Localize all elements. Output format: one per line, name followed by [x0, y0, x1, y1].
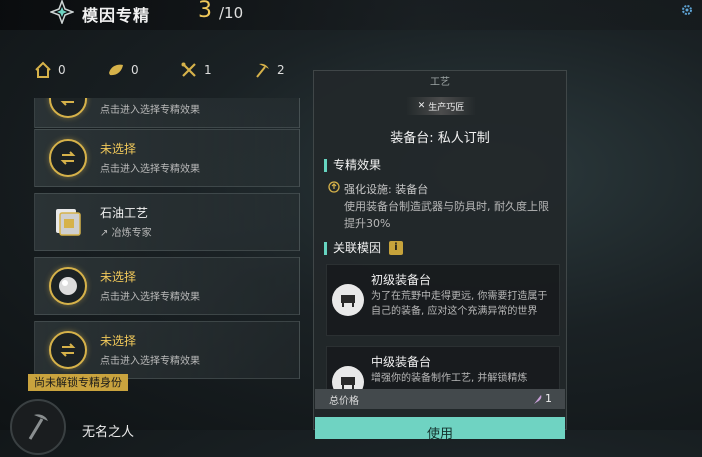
effect-description: 使用装备台制造武器与防具时, 耐久度上限提升30% [344, 200, 549, 230]
leaf-icon [109, 64, 123, 76]
price-label: 总价格 [329, 396, 359, 407]
mastery-slot-3-title: 石油工艺 [100, 206, 149, 220]
workbench-icon [332, 366, 364, 389]
mastery-slot-3[interactable]: 石油工艺 ↗ 冶炼专家 [34, 193, 300, 251]
crossed-tools-icon [181, 62, 196, 77]
mastery-slot-2-sub: 点击进入选择专精效果 [100, 164, 200, 175]
stat-home: 0 [34, 60, 66, 80]
stat-leaf-value: 0 [131, 63, 139, 77]
stat-pickaxe: 2 [253, 60, 285, 80]
mastery-slot-1-sub: 点击进入选择专精效果 [100, 105, 200, 116]
mastery-slot-4-title: 未选择 [100, 270, 137, 284]
swap-icon [49, 139, 87, 177]
swap-icon [49, 98, 87, 118]
stat-pickaxe-value: 2 [277, 63, 285, 77]
gene-1-desc: 为了在荒野中走得更远, 你需要打造属于自己的装备, 应对这个充满异常的世界 [371, 291, 548, 317]
pickaxe-icon [256, 63, 269, 78]
compass-star-icon [50, 0, 74, 24]
price-bar: 总价格 1 [315, 389, 565, 409]
use-button[interactable]: 使用 [315, 417, 565, 442]
mastery-list: 点击进入选择专精效果 未选择 点击进入选择专精效果 石油工艺 ↗ 冶炼专家 未选… [34, 98, 302, 390]
use-button-label: 使用 [426, 427, 453, 442]
detail-panel: 工艺 ✕ 生产巧匠 装备台: 私人订制 专精效果 强化设施: 装备台 使用装备台… [313, 70, 567, 442]
info-icon[interactable]: i [389, 241, 403, 255]
avatar[interactable] [10, 399, 66, 455]
pickaxe-icon [28, 414, 48, 440]
home-icon [35, 61, 51, 78]
mastery-slot-5-title: 未选择 [100, 334, 137, 348]
oil-barrel-icon [49, 203, 87, 241]
locked-identity-tag: 尚未解锁专精身份 [28, 374, 128, 391]
gene-2-title: 中级装备台 [371, 355, 432, 369]
gene-card-1[interactable]: 初级装备台 为了在荒野中走得更远, 你需要打造属于自己的装备, 应对这个充满异常… [326, 264, 560, 336]
swap-icon [49, 331, 87, 369]
feather-icon [534, 395, 542, 404]
mastery-slot-5[interactable]: 未选择 点击进入选择专精效果 [34, 321, 300, 379]
player-name: 无名之人 [82, 425, 135, 440]
mastery-slot-5-sub: 点击进入选择专精效果 [100, 356, 200, 367]
crossed-tools-icon: ✕ [417, 101, 426, 111]
orb-icon [49, 267, 87, 305]
mastery-slot-3-sub: ↗ 冶炼专家 [100, 224, 152, 239]
mastery-slot-4[interactable]: 未选择 点击进入选择专精效果 [34, 257, 300, 315]
mastery-slot-3-sub-text: 冶炼专家 [111, 228, 152, 239]
mastery-slot-1[interactable]: 点击进入选择专精效果 [34, 98, 300, 128]
stat-home-value: 0 [58, 63, 66, 77]
mastery-total: /10 [219, 4, 244, 22]
page-title: 模因专精 [82, 6, 151, 25]
stat-tools: 1 [180, 60, 212, 80]
upgrade-icon [328, 181, 340, 193]
panel-category: 工艺 [430, 77, 450, 88]
profession-badge: ✕ 生产巧匠 [406, 97, 476, 115]
effect-title: 强化设施: 装备台 [344, 183, 429, 196]
gene-2-desc: 增强你的装备制作工艺, 并解锁精炼 [371, 373, 528, 384]
stat-tools-value: 1 [204, 63, 212, 77]
mastery-slot-2-title: 未选择 [100, 142, 137, 156]
workbench-icon [332, 284, 364, 316]
stat-leaf: 0 [107, 60, 139, 80]
gene-1-title: 初级装备台 [371, 273, 432, 287]
effect-heading: 专精效果 [324, 159, 381, 172]
mastery-count: 3 [198, 0, 212, 23]
trend-up-icon: ↗ [100, 228, 109, 239]
badge-label: 生产巧匠 [428, 102, 465, 113]
related-heading: 关联模因 [324, 242, 381, 255]
top-bar: 模因专精 3 /10 [0, 0, 702, 30]
mastery-slot-2[interactable]: 未选择 点击进入选择专精效果 [34, 129, 300, 187]
gene-card-2[interactable]: 中级装备台 增强你的装备制作工艺, 并解锁精炼 [326, 346, 560, 390]
mastery-name: 装备台: 私人订制 [390, 131, 490, 146]
gear-icon[interactable] [680, 3, 694, 17]
mastery-slot-4-sub: 点击进入选择专精效果 [100, 292, 200, 303]
price-value: 1 [545, 392, 552, 405]
